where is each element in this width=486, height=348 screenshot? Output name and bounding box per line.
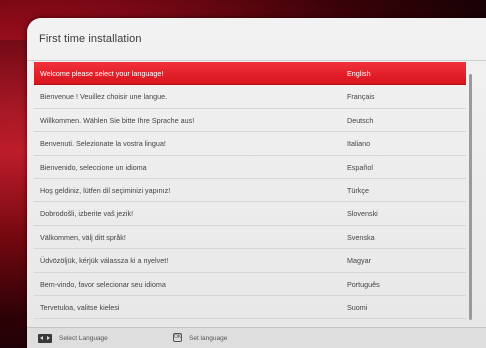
language-row-10[interactable]: Tervetuloa, valitse kielesi Suomi	[34, 296, 466, 320]
welcome-message: Bienvenue ! Veuillez choisir une langue.	[40, 92, 168, 102]
language-row-2[interactable]: Willkommen. Wählen Sie bitte Ihre Sprach…	[34, 109, 466, 133]
navigation-keys-icon	[38, 334, 52, 343]
language-row-4[interactable]: Bienvenido, seleccione un idioma Español	[34, 156, 466, 179]
footer-hints: Select Language OK Set language	[27, 327, 486, 348]
language-name: Türkçe	[347, 185, 369, 195]
language-name: Magyar	[347, 256, 371, 266]
title-divider	[27, 60, 486, 61]
language-name: Português	[347, 279, 380, 289]
language-name: Italiano	[347, 139, 371, 149]
language-name: Français	[347, 92, 375, 102]
welcome-message: Benvenuti. Selezionate la vostra lingua!	[40, 139, 166, 149]
language-name: Svenska	[347, 232, 375, 242]
panel-title: First time installation	[39, 33, 142, 45]
language-name: Slovenski	[347, 209, 378, 219]
language-row-7[interactable]: Välkommen, välj ditt språk! Svenska	[34, 226, 466, 250]
welcome-message: Hoş geldiniz, lütfen dil seçiminizi yapı…	[40, 185, 171, 195]
language-row-5[interactable]: Hoş geldiniz, lütfen dil seçiminizi yapı…	[34, 179, 466, 203]
language-row-1[interactable]: Bienvenue ! Veuillez choisir une langue.…	[34, 85, 466, 109]
welcome-message: Bem-vindo, favor selecionar seu idioma	[40, 279, 166, 289]
welcome-message: Välkommen, välj ditt språk!	[40, 232, 126, 242]
welcome-message: Dobrodošli, izberite vaš jezik!	[40, 209, 134, 219]
select-language-hint: Select Language	[59, 335, 108, 342]
welcome-message: Willkommen. Wählen Sie bitte Ihre Sprach…	[40, 115, 195, 125]
ok-button-icon: OK	[173, 333, 182, 342]
language-list: Welcome please select your language! Engl…	[34, 62, 466, 320]
language-row-0[interactable]: Welcome please select your language! Engl…	[34, 62, 466, 86]
welcome-message: Tervetuloa, valitse kielesi	[40, 302, 120, 312]
welcome-message: Welcome please select your language!	[40, 69, 164, 78]
set-language-hint: Set language	[189, 335, 228, 342]
language-row-3[interactable]: Benvenuti. Selezionate la vostra lingua!…	[34, 132, 466, 156]
language-row-6[interactable]: Dobrodošli, izberite vaš jezik! Slovenski	[34, 202, 466, 226]
language-name: Deutsch	[347, 115, 374, 125]
welcome-message: Bienvenido, seleccione un idioma	[40, 162, 147, 172]
language-row-9[interactable]: Bem-vindo, favor selecionar seu idioma Po…	[34, 273, 466, 296]
language-name: Español	[347, 162, 373, 172]
language-name: English	[347, 69, 371, 78]
scrollbar[interactable]	[469, 74, 472, 320]
welcome-message: Üdvözöljük, kérjük válassza ki a nyelvet…	[40, 256, 169, 266]
installation-panel: First time installation Welcome please s…	[27, 18, 486, 348]
language-row-8[interactable]: Üdvözöljük, kérjük válassza ki a nyelvet…	[34, 249, 466, 273]
language-name: Suomi	[347, 302, 368, 312]
